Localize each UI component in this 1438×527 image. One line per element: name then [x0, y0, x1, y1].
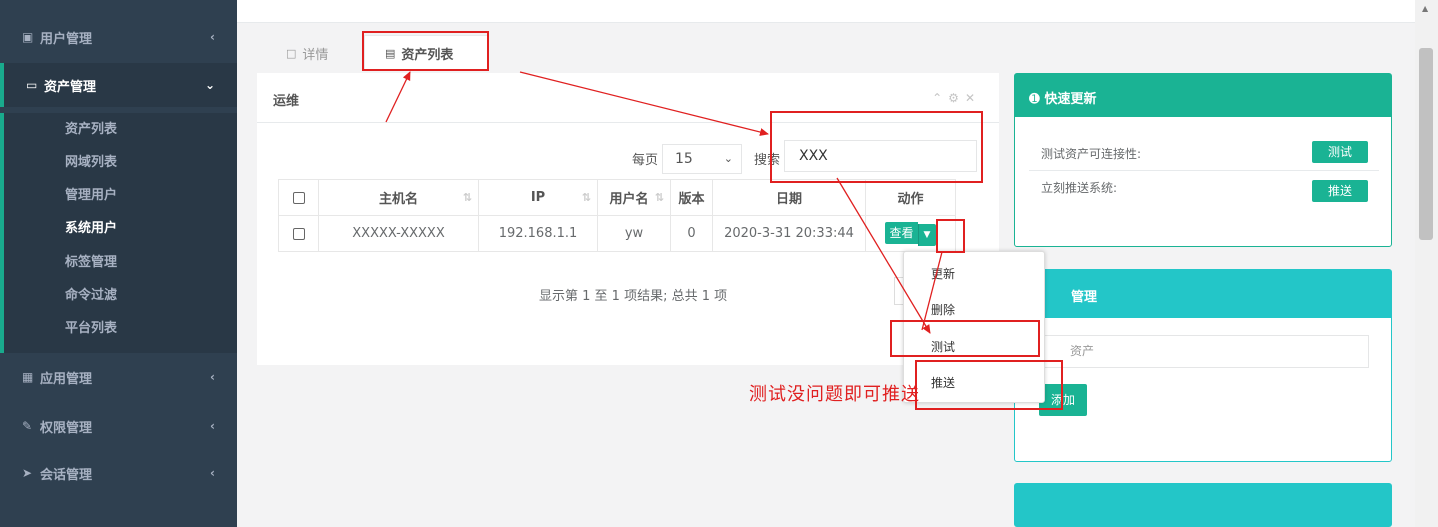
- cell-date: 2020-3-31 20:33:44: [712, 215, 866, 252]
- search-label: 搜索: [754, 153, 781, 168]
- tab-label: 详情: [302, 47, 329, 63]
- search-input[interactable]: XXX: [784, 140, 977, 172]
- nav-asset-management[interactable]: ▭ 资产管理 ⌄: [0, 63, 237, 107]
- select-all-cell: [278, 179, 319, 216]
- nav-label: 会话管理: [40, 467, 93, 483]
- test-button[interactable]: 测试: [1312, 141, 1368, 163]
- column-header-action: 动作: [865, 179, 956, 216]
- management-header: 管理: [1015, 270, 1391, 318]
- nav-session-management[interactable]: ➤ 会话管理 ‹: [0, 453, 237, 493]
- inbox-icon: ▭: [26, 78, 38, 92]
- sort-icon[interactable]: ⇅: [582, 191, 591, 204]
- nav-label: 用户管理: [40, 31, 93, 47]
- test-connectivity-label: 测试资产可连接性:: [1041, 147, 1142, 161]
- quick-update-card: ➊ 快速更新 测试资产可连接性: 测试 立刻推送系统: 推送: [1014, 73, 1392, 247]
- column-header-ip[interactable]: IP ⇅: [478, 179, 598, 216]
- submenu-system-users[interactable]: 系统用户: [65, 217, 117, 236]
- table-header-row: 主机名 ⇅ IP ⇅ 用户名 ⇅ 版本 日期 动作: [278, 179, 956, 216]
- add-button[interactable]: 添加: [1039, 384, 1087, 416]
- chevron-down-icon: ⌄: [723, 152, 733, 165]
- scroll-up-arrow-icon[interactable]: ▲: [1422, 4, 1428, 13]
- column-header-date: 日期: [712, 179, 866, 216]
- users-icon: ▣: [22, 30, 34, 44]
- submenu-domain-list[interactable]: 网域列表: [65, 151, 117, 170]
- view-button[interactable]: 查看: [885, 221, 918, 244]
- chevron-left-icon: ‹: [210, 419, 215, 433]
- submenu-platform-list[interactable]: 平台列表: [65, 317, 117, 336]
- push-button[interactable]: 推送: [1312, 180, 1368, 202]
- top-navbar: [237, 0, 1415, 23]
- scroll-thumb[interactable]: [1419, 48, 1433, 240]
- info-icon: ➊: [1029, 92, 1040, 107]
- cell-username: yw: [597, 215, 671, 252]
- panel-tools: ⌃⚙✕: [932, 91, 981, 105]
- chevron-left-icon: ‹: [210, 466, 215, 480]
- chevron-down-icon: ⌄: [204, 78, 215, 92]
- tab-detail[interactable]: □ 详情: [286, 35, 328, 71]
- nav-label: 资产管理: [44, 79, 97, 95]
- laptop-icon: □: [286, 46, 297, 60]
- wrench-icon[interactable]: ⚙: [948, 91, 965, 105]
- asset-panel: 运维 ⌃⚙✕ 每页 15 ⌄ 搜索 XXX 主机名 ⇅ IP ⇅ 用户名 ⇅ 版本 日…: [257, 73, 999, 365]
- table-row: XXXXX-XXXXX 192.168.1.1 yw 0 2020-3-31 2…: [278, 215, 956, 252]
- tab-label: 资产列表: [401, 48, 454, 63]
- menu-item-delete[interactable]: 删除: [931, 301, 955, 318]
- action-dropdown-toggle[interactable]: ▼: [917, 223, 936, 246]
- per-page-label: 每页: [632, 153, 659, 168]
- select-all-checkbox[interactable]: [292, 191, 305, 204]
- quick-update-header: ➊ 快速更新: [1015, 74, 1391, 117]
- management-card: 管理 资产 添加: [1014, 269, 1392, 462]
- asset-table: 主机名 ⇅ IP ⇅ 用户名 ⇅ 版本 日期 动作 XXXXX-XXXXX 192.1…: [278, 179, 956, 252]
- page-scrollbar[interactable]: ▲: [1415, 0, 1438, 527]
- sort-icon[interactable]: ⇅: [463, 191, 472, 204]
- row-divider: [1029, 170, 1379, 171]
- nav-app-management[interactable]: ▦ 应用管理 ‹: [0, 357, 237, 397]
- annotation-text: 测试没问题即可推送: [749, 384, 920, 405]
- column-header-version: 版本: [670, 179, 713, 216]
- panel-header: 运维 ⌃⚙✕: [257, 73, 999, 123]
- action-dropdown-menu: 更新 删除 测试 推送: [903, 251, 1045, 403]
- cell-action: 查看 ▼: [865, 215, 956, 252]
- panel-title: 运维: [273, 94, 300, 109]
- menu-item-push[interactable]: 推送: [931, 374, 955, 391]
- nav-label: 应用管理: [40, 371, 93, 387]
- cell-ip: 192.168.1.1: [478, 215, 598, 252]
- close-icon[interactable]: ✕: [965, 91, 981, 105]
- sort-icon[interactable]: ⇅: [655, 191, 664, 204]
- row-select-cell: [278, 215, 319, 252]
- submenu-asset-list[interactable]: 资产列表: [65, 118, 117, 137]
- third-card-header: [1014, 483, 1392, 527]
- per-page-value: 15: [675, 151, 693, 167]
- nav-user-management[interactable]: ▣ 用户管理 ‹: [0, 17, 237, 57]
- collapse-icon[interactable]: ⌃: [932, 91, 948, 105]
- submenu-command-filter[interactable]: 命令过滤: [65, 284, 117, 303]
- asset-submenu: 资产列表 网域列表 管理用户 系统用户 标签管理 命令过滤 平台列表: [0, 113, 237, 353]
- menu-item-test[interactable]: 测试: [931, 338, 955, 355]
- rocket-icon: ➤: [22, 466, 33, 480]
- pagination-info: 显示第 1 至 1 项结果; 总共 1 项: [539, 289, 728, 304]
- submenu-label-management[interactable]: 标签管理: [65, 251, 117, 270]
- tab-asset-list[interactable]: ▤ 资产列表: [364, 35, 488, 71]
- chevron-left-icon: ‹: [210, 30, 215, 44]
- column-header-username[interactable]: 用户名 ⇅: [597, 179, 671, 216]
- per-page-select[interactable]: 15 ⌄: [662, 144, 742, 174]
- menu-item-update[interactable]: 更新: [931, 265, 955, 282]
- grid-icon: ▦: [22, 370, 34, 384]
- asset-select-input[interactable]: 资产: [1041, 335, 1369, 368]
- quick-update-title: 快速更新: [1044, 92, 1097, 107]
- chevron-left-icon: ‹: [210, 370, 215, 384]
- sidebar: ▣ 用户管理 ‹ ▭ 资产管理 ⌄ 资产列表 网域列表 管理用户 系统用户 标签…: [0, 0, 237, 527]
- row-checkbox[interactable]: [292, 227, 305, 240]
- edit-icon: ✎: [22, 419, 33, 433]
- cell-version: 0: [670, 215, 713, 252]
- bar-chart-icon: ▤: [385, 47, 396, 60]
- submenu-admin-users[interactable]: 管理用户: [65, 184, 117, 203]
- push-system-label: 立刻推送系统:: [1041, 181, 1118, 195]
- cell-hostname: XXXXX-XXXXX: [318, 215, 479, 252]
- column-header-hostname[interactable]: 主机名 ⇅: [318, 179, 479, 216]
- nav-label: 权限管理: [40, 420, 93, 436]
- nav-permission-management[interactable]: ✎ 权限管理 ‹: [0, 406, 237, 446]
